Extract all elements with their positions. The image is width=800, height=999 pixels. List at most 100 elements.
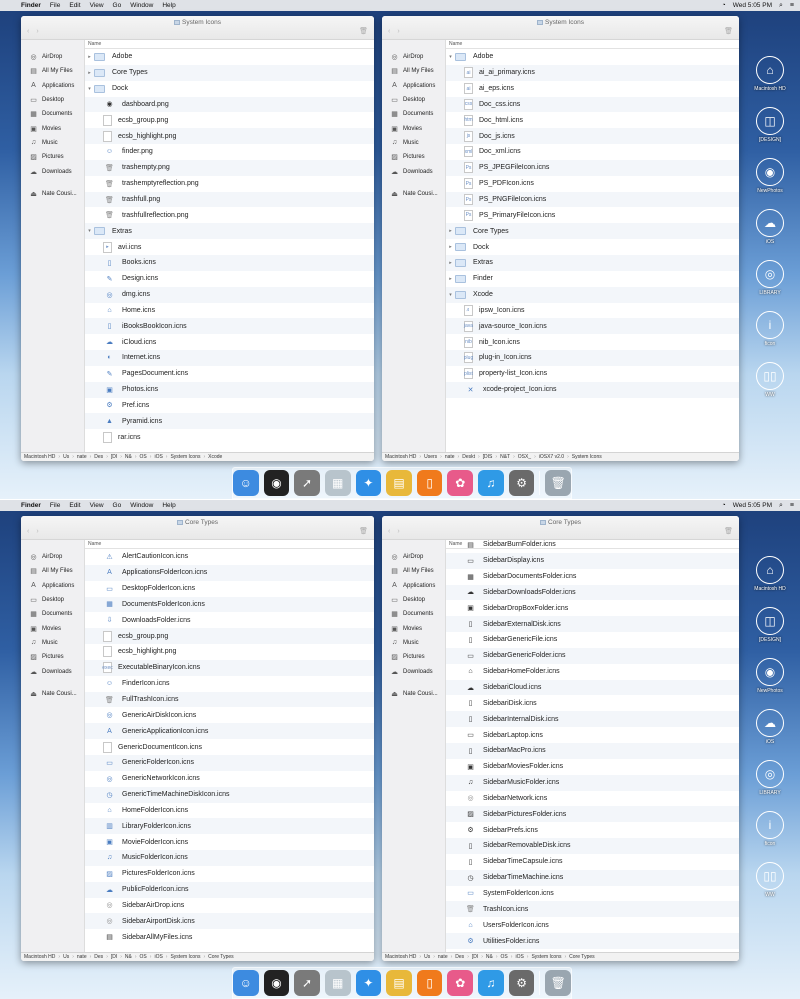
sidebar-item-device[interactable]: ⏏ Nate Cousi... <box>382 687 445 701</box>
clock[interactable]: Wed 5:05 PM <box>733 502 772 509</box>
desktop-icon-ios[interactable]: ☁ iOS <box>745 209 795 260</box>
menu-item-file[interactable]: File <box>50 502 60 509</box>
table-row[interactable]: ecsb_group.png <box>85 628 374 645</box>
table-row[interactable]: ◉ dashboard.png <box>85 96 374 113</box>
dock-system-preferences-icon[interactable]: ⚙ <box>508 470 535 496</box>
menu-item-view[interactable]: View <box>90 502 104 509</box>
dock-launchpad-icon[interactable]: ➚ <box>294 970 320 996</box>
table-row[interactable]: java java-source_Icon.icns <box>446 318 739 335</box>
menu-item-view[interactable]: View <box>90 2 104 9</box>
forward-button[interactable]: › <box>397 28 399 35</box>
spotlight-icon[interactable]: ⌕ <box>779 502 783 510</box>
path-segment[interactable]: nate <box>77 954 87 960</box>
table-row[interactable]: 🗑 trashfullreflection.png <box>85 207 374 223</box>
table-row[interactable]: Ps PS_JPEGFileIcon.icns <box>446 159 739 176</box>
path-segment[interactable]: Des <box>94 954 103 960</box>
table-row[interactable]: xml Doc_xml.icns <box>446 144 739 160</box>
path-segment[interactable]: System Icons <box>170 954 200 960</box>
path-segment[interactable]: nate <box>438 954 448 960</box>
sidebar-item-documents[interactable]: ▦ Documents <box>21 607 84 621</box>
sidebar-item-pictures[interactable]: ▨ Pictures <box>21 150 84 164</box>
spotlight-icon[interactable]: ⌕ <box>779 2 783 10</box>
table-row[interactable]: ⚙ Pref.icns <box>85 398 374 414</box>
desktop-icon-newphotos[interactable]: ◉ NewPhotos <box>745 158 795 209</box>
path-segment[interactable]: Users <box>424 454 437 460</box>
desktop-icon-ficon[interactable]: i ficon <box>745 311 795 362</box>
menu-item-finder[interactable]: Finder <box>21 2 41 9</box>
sidebar-item-movies[interactable]: ▣ Movies <box>21 121 84 135</box>
table-row[interactable]: nib nib_Icon.icns <box>446 334 739 350</box>
eject-icon[interactable]: ⏏ <box>28 690 39 698</box>
path-segment[interactable]: Macintosh HD <box>24 454 55 460</box>
dock-ibooks-icon[interactable]: ▯ <box>416 470 443 496</box>
disclosure-triangle[interactable]: ▸ <box>85 54 94 60</box>
table-row[interactable]: ▸ Core Types <box>446 223 739 240</box>
sidebar-item-pictures[interactable]: ▨ Pictures <box>21 650 84 664</box>
column-header-name[interactable]: Name <box>446 40 739 49</box>
table-row[interactable]: ♫ MusicFolderIcon.icns <box>85 850 374 866</box>
desktop-icon-ww[interactable]: ▯▯ WW <box>745 862 795 913</box>
desktop-icon--design-[interactable]: ◫ [DESIGN] <box>745 607 795 658</box>
table-row[interactable]: ☁ PublicFolderIcon.icns <box>85 881 374 898</box>
sidebar-item-applications[interactable]: A Applications <box>382 579 445 593</box>
path-segment[interactable]: OS <box>140 954 147 960</box>
table-row[interactable]: 🗑 trashempty.png <box>85 159 374 176</box>
table-row[interactable]: ▸ Adobe <box>85 49 374 65</box>
path-segment[interactable]: OS <box>501 954 508 960</box>
path-segment[interactable]: Deskt <box>462 454 475 460</box>
table-row[interactable]: js Doc_js.icns <box>446 128 739 145</box>
sidebar-item-all-my-files[interactable]: ▤ All My Files <box>21 64 84 78</box>
table-row[interactable]: ⌂ UsersFolderIcon.icns <box>446 917 739 933</box>
back-button[interactable]: ‹ <box>27 28 29 35</box>
table-row[interactable]: ▾ Adobe <box>446 49 739 65</box>
table-row[interactable]: ◷ SidebarTimeMachine.icns <box>446 869 739 886</box>
apple-menu-icon[interactable] <box>6 2 13 10</box>
back-button[interactable]: ‹ <box>388 28 390 35</box>
sidebar-item-desktop[interactable]: ▭ Desktop <box>382 593 445 607</box>
table-row[interactable]: rar.icns <box>85 429 374 445</box>
sidebar-item-downloads[interactable]: ☁ Downloads <box>382 164 445 178</box>
path-segment[interactable]: N& <box>125 954 132 960</box>
table-row[interactable]: ▤ SidebarBurnFolder.icns <box>446 540 739 553</box>
dock-trash-icon[interactable]: 🗑 <box>545 470 572 496</box>
table-row[interactable]: ▦ DocumentsFolderIcon.icns <box>85 596 374 613</box>
sidebar-item-documents[interactable]: ▦ Documents <box>382 607 445 621</box>
dock-itunes-icon[interactable]: ♫ <box>478 970 504 996</box>
path-segment[interactable]: Macintosh HD <box>24 954 55 960</box>
clock[interactable]: Wed 5:05 PM <box>733 2 772 9</box>
sidebar-item-all-my-files[interactable]: ▤ All My Files <box>382 64 445 78</box>
disclosure-triangle[interactable]: ▸ <box>446 244 455 250</box>
dock-safari-icon[interactable]: ✦ <box>355 970 382 996</box>
sidebar-item-desktop[interactable]: ▭ Desktop <box>21 593 84 607</box>
table-row[interactable]: ☺ finder.png <box>85 144 374 160</box>
path-segment[interactable]: Macintosh HD <box>385 954 416 960</box>
back-button[interactable]: ‹ <box>388 528 390 535</box>
path-segment[interactable]: iOS <box>154 454 162 460</box>
disclosure-triangle[interactable]: ▸ <box>446 276 455 282</box>
dock-ibooks-icon[interactable]: ▯ <box>416 970 443 996</box>
desktop-icon-ios[interactable]: ☁ iOS <box>745 709 795 760</box>
dock-itunes-icon[interactable]: ♫ <box>478 470 504 496</box>
apple-menu-icon[interactable] <box>6 502 13 510</box>
sidebar-item-movies[interactable]: ▣ Movies <box>21 621 84 635</box>
path-segment[interactable]: Core Types <box>569 954 594 960</box>
dock-finder-icon[interactable]: ☺ <box>232 470 259 496</box>
trash-toolbar-button[interactable]: 🗑 <box>724 27 733 35</box>
table-row[interactable]: ▯ SidebariDisk.icns <box>446 695 739 711</box>
dock-photos-icon[interactable]: ✿ <box>447 970 474 996</box>
table-row[interactable]: ◎ SidebarAirDrop.icns <box>85 898 374 914</box>
table-row[interactable]: ✎ Design.icns <box>85 271 374 287</box>
table-row[interactable]: ⌂ HomeFolderIcon.icns <box>85 803 374 819</box>
menu-item-edit[interactable]: Edit <box>69 502 80 509</box>
path-segment[interactable]: OSX_ <box>518 454 531 460</box>
menu-item-go[interactable]: Go <box>113 2 122 9</box>
sidebar-item-pictures[interactable]: ▨ Pictures <box>382 150 445 164</box>
table-row[interactable]: ☁ iCloud.icns <box>85 334 374 350</box>
dock-dashboard-icon[interactable]: ◉ <box>263 970 290 996</box>
table-row[interactable]: htm Doc_html.icns <box>446 112 739 128</box>
sidebar-item-airdrop[interactable]: ◎ AirDrop <box>382 550 445 564</box>
dock-safari-icon[interactable]: ✦ <box>355 470 382 496</box>
path-segment[interactable]: Core Types <box>208 954 233 960</box>
trash-toolbar-button[interactable]: 🗑 <box>359 527 368 535</box>
table-row[interactable]: ▣ SidebarDropBoxFolder.icns <box>446 600 739 616</box>
